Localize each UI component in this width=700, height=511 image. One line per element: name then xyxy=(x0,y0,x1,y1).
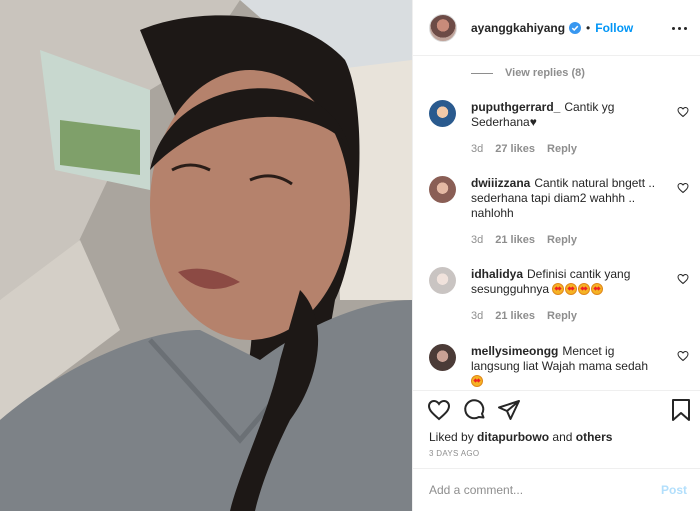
comment-reply-button[interactable]: Reply xyxy=(547,310,577,322)
view-replies-button[interactable]: View replies (8) xyxy=(471,67,585,79)
comment-time[interactable]: 3d xyxy=(471,310,483,322)
commenter-avatar[interactable] xyxy=(429,100,456,127)
comment-likes[interactable]: 27 likes xyxy=(495,143,535,155)
comment-item: dwiiizzana Cantik natural bngett .. seder… xyxy=(429,176,689,246)
commenter-username[interactable]: puputhgerrard_ xyxy=(471,100,560,114)
comment-bubble-icon[interactable] xyxy=(463,398,487,422)
post-comment-button[interactable]: Post xyxy=(661,483,687,497)
like-heart-icon[interactable] xyxy=(427,398,451,422)
post-actions: Liked by ditapurbowo and others 3 DAYS A… xyxy=(413,390,700,468)
comment-likes[interactable]: 21 likes xyxy=(495,234,535,246)
save-bookmark-icon[interactable] xyxy=(669,398,693,422)
like-comment-heart-icon[interactable] xyxy=(677,273,689,285)
black-heart-emoji: ♥ xyxy=(529,115,537,129)
comment-reply-button[interactable]: Reply xyxy=(547,234,577,246)
star-struck-emoji xyxy=(565,283,578,295)
comment-likes[interactable]: 21 likes xyxy=(495,310,535,322)
comment-body: puputhgerrard_ Cantik yg Sederhana♥ xyxy=(471,100,663,130)
liked-others[interactable]: others xyxy=(576,430,613,444)
comment-reply-button[interactable]: Reply xyxy=(547,143,577,155)
follow-button[interactable]: Follow xyxy=(595,21,633,35)
post-header: ayanggkahiyang • Follow xyxy=(413,0,700,56)
replies-line xyxy=(471,72,493,74)
photo-illustration xyxy=(0,0,412,511)
post-date[interactable]: 3 DAYS AGO xyxy=(429,449,479,458)
more-options-icon[interactable] xyxy=(669,18,689,38)
liked-by-user[interactable]: ditapurbowo xyxy=(477,430,549,444)
post-side-panel: ayanggkahiyang • Follow View replies (8)… xyxy=(412,0,700,511)
add-comment-bar: Post xyxy=(413,468,700,511)
commenter-avatar[interactable] xyxy=(429,267,456,294)
comment-item: mellysimeongg Mencet ig langsung liat Waj… xyxy=(429,344,689,389)
like-comment-heart-icon[interactable] xyxy=(677,350,689,362)
liked-and: and xyxy=(552,430,573,444)
comment-meta: 3d 27 likes Reply xyxy=(471,143,689,155)
commenter-username[interactable]: idhalidya xyxy=(471,267,523,281)
add-comment-input[interactable] xyxy=(429,483,661,497)
author-username[interactable]: ayanggkahiyang xyxy=(471,21,565,35)
star-struck-emoji xyxy=(552,283,565,295)
comment-meta: 3d 21 likes Reply xyxy=(471,310,689,322)
view-replies-label: View replies (8) xyxy=(505,67,585,79)
comment-time[interactable]: 3d xyxy=(471,143,483,155)
liked-by-text: Liked by ditapurbowo and others xyxy=(429,430,612,444)
star-struck-emoji xyxy=(578,283,591,295)
commenter-avatar[interactable] xyxy=(429,176,456,203)
header-separator: • xyxy=(586,20,591,35)
commenter-username[interactable]: mellysimeongg xyxy=(471,344,558,358)
star-struck-emoji xyxy=(591,283,604,295)
liked-prefix: Liked by xyxy=(429,430,474,444)
comment-body: idhalidya Definisi cantik yang sesungguhn… xyxy=(471,267,663,297)
verified-badge-icon xyxy=(569,21,582,34)
share-send-icon[interactable] xyxy=(497,398,521,422)
comment-item: puputhgerrard_ Cantik yg Sederhana♥ 3d 27… xyxy=(429,100,689,155)
post-photo[interactable] xyxy=(0,0,412,511)
star-struck-emoji-group xyxy=(552,282,604,296)
comment-body: dwiiizzana Cantik natural bngett .. seder… xyxy=(471,176,663,221)
commenter-avatar[interactable] xyxy=(429,344,456,371)
comment-body: mellysimeongg Mencet ig langsung liat Waj… xyxy=(471,344,663,389)
comments-list[interactable]: View replies (8) puputhgerrard_ Cantik yg… xyxy=(413,56,700,390)
commenter-username[interactable]: dwiiizzana xyxy=(471,176,530,190)
star-struck-emoji xyxy=(471,375,483,387)
comment-item: idhalidya Definisi cantik yang sesungguhn… xyxy=(429,267,689,322)
like-comment-heart-icon[interactable] xyxy=(677,106,689,118)
comment-time[interactable]: 3d xyxy=(471,234,483,246)
comment-meta: 3d 21 likes Reply xyxy=(471,234,689,246)
author-avatar[interactable] xyxy=(429,13,457,42)
like-comment-heart-icon[interactable] xyxy=(677,182,689,194)
